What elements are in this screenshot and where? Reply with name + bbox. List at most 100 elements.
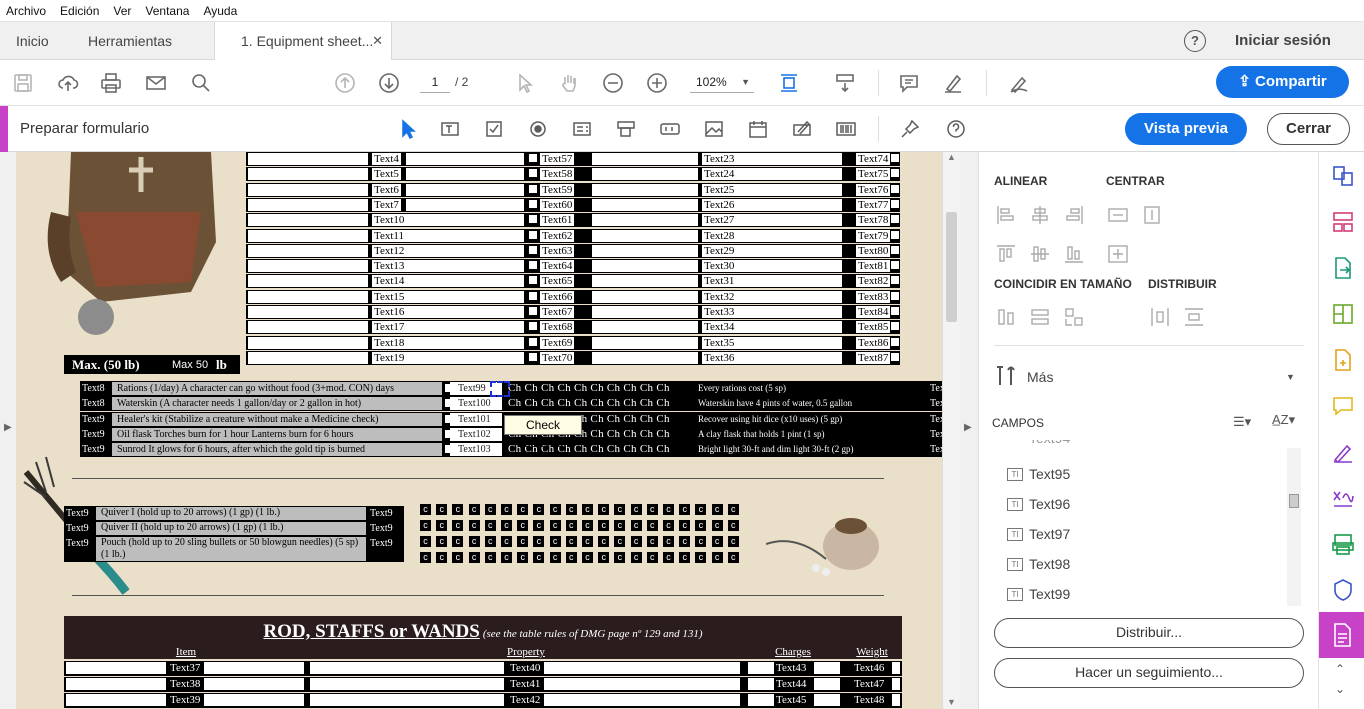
text-field[interactable]: [248, 321, 368, 334]
checkbox[interactable]: [890, 214, 900, 225]
checkbox[interactable]: [528, 198, 538, 209]
ammo-checkbox[interactable]: c: [501, 552, 512, 563]
ammo-checkbox[interactable]: c: [436, 536, 448, 547]
checkbox[interactable]: [528, 321, 538, 332]
sign-icon[interactable]: [1006, 70, 1032, 96]
ammo-checkbox[interactable]: c: [695, 520, 707, 531]
ammo-checkbox[interactable]: c: [582, 504, 593, 515]
ammo-checkbox[interactable]: c: [663, 520, 674, 531]
prepare-form-rail-icon[interactable]: [1319, 612, 1364, 658]
gear-left-field[interactable]: Text9: [82, 414, 105, 425]
quiver-left-field[interactable]: Text9: [66, 508, 89, 519]
checkbox[interactable]: [890, 183, 900, 194]
share-button[interactable]: ⇪ Compartir: [1216, 66, 1349, 98]
text-field[interactable]: [248, 260, 368, 273]
text-field[interactable]: [406, 321, 524, 334]
signature-field-icon[interactable]: [790, 118, 814, 140]
select-object-icon[interactable]: [396, 118, 420, 140]
quiver-right-field[interactable]: Text9: [370, 523, 393, 534]
distribute-horizontal-icon[interactable]: [1149, 306, 1171, 328]
text-field[interactable]: [736, 290, 842, 303]
ammo-checkbox[interactable]: c: [582, 536, 593, 547]
ammo-checkbox[interactable]: c: [679, 504, 691, 515]
gear-text-field[interactable]: Text101: [450, 412, 502, 426]
ammo-checkbox[interactable]: c: [549, 536, 561, 547]
ammo-checkbox[interactable]: c: [630, 536, 642, 547]
rod-item-field[interactable]: Text37: [170, 662, 200, 674]
gear-right-field[interactable]: Text5: [930, 444, 942, 455]
barcode-icon[interactable]: [834, 118, 858, 140]
text-field[interactable]: [66, 694, 166, 706]
ammo-checkbox[interactable]: c: [614, 504, 626, 515]
text-field[interactable]: [66, 662, 166, 674]
text-field[interactable]: [736, 306, 842, 318]
text-field[interactable]: [736, 153, 842, 165]
text-field[interactable]: [248, 290, 368, 303]
text-field[interactable]: [406, 168, 524, 181]
text-field[interactable]: [204, 694, 304, 706]
text-field[interactable]: [248, 336, 368, 349]
gear-left-field[interactable]: Text8: [82, 383, 105, 394]
text-field[interactable]: [736, 244, 842, 257]
highlight-pen-icon[interactable]: [940, 70, 966, 96]
text-field[interactable]: [310, 694, 504, 706]
ammo-checkbox[interactable]: c: [630, 552, 642, 563]
text-field[interactable]: [592, 321, 698, 334]
zoom-select[interactable]: 102% ▼: [690, 71, 754, 93]
checkbox[interactable]: [890, 321, 900, 332]
distribute-button[interactable]: Distribuir...: [994, 618, 1304, 648]
rod-item-field[interactable]: Text39: [170, 694, 200, 706]
document-page[interactable]: Text4 Text57 Text23 Text74 Text5 Text58 Text24…: [16, 152, 942, 709]
menu-ayuda[interactable]: Ayuda: [203, 4, 237, 18]
ammo-checkbox[interactable]: c: [727, 520, 739, 531]
alpha-sort-icon[interactable]: A̲Z▾: [1272, 412, 1295, 428]
ammo-checkbox[interactable]: c: [582, 520, 593, 531]
match-both-icon[interactable]: [1063, 306, 1085, 328]
pin-icon[interactable]: [898, 118, 922, 140]
checkbox[interactable]: [890, 244, 900, 255]
text-field[interactable]: [736, 321, 842, 334]
text-field[interactable]: [544, 694, 740, 706]
rod-property-field[interactable]: Text42: [510, 694, 540, 706]
checkbox[interactable]: [890, 306, 900, 316]
checkbox[interactable]: [890, 336, 900, 347]
ammo-checkbox[interactable]: c: [727, 536, 739, 547]
date-icon[interactable]: [746, 118, 770, 140]
send-signature-icon[interactable]: [1331, 486, 1355, 510]
text-field[interactable]: [406, 244, 524, 257]
ammo-checkbox[interactable]: c: [549, 552, 561, 563]
next-page-icon[interactable]: [376, 70, 402, 96]
text-field[interactable]: [406, 290, 524, 303]
text-field[interactable]: [592, 153, 698, 165]
text-field[interactable]: [748, 694, 774, 706]
rod-weight-field[interactable]: Text46: [854, 662, 884, 674]
checkbox[interactable]: [528, 351, 538, 362]
rail-up-icon[interactable]: ⌃: [1335, 662, 1345, 676]
scroll-mode-icon[interactable]: [832, 70, 858, 96]
align-center-h-icon[interactable]: [1029, 204, 1051, 226]
select-pointer-icon[interactable]: [512, 70, 538, 96]
text-field[interactable]: [736, 183, 842, 196]
ammo-checkbox[interactable]: c: [711, 520, 723, 531]
checkbox[interactable]: [528, 153, 538, 163]
track-button[interactable]: Hacer un seguimiento...: [994, 658, 1304, 688]
list-box-icon[interactable]: [570, 118, 594, 140]
gear-right-field[interactable]: Text5: [930, 398, 942, 409]
text-field[interactable]: [736, 275, 842, 288]
selected-checkbox[interactable]: [490, 381, 510, 397]
distribute-vertical-icon[interactable]: [1183, 306, 1205, 328]
edit-pdf-icon[interactable]: [1331, 302, 1355, 326]
text-field[interactable]: [592, 183, 698, 196]
tab-inicio[interactable]: Inicio: [16, 22, 49, 60]
text-field[interactable]: [736, 214, 842, 227]
align-right-icon[interactable]: [1063, 204, 1085, 226]
text-field[interactable]: [736, 168, 842, 181]
gear-text-field[interactable]: Text100: [450, 397, 502, 411]
ammo-checkbox[interactable]: c: [484, 504, 496, 515]
rod-weight-field[interactable]: Text47: [854, 678, 884, 690]
scroll-up-icon[interactable]: ▲: [947, 152, 956, 162]
rod-item-field[interactable]: Text38: [170, 678, 200, 690]
checkbox[interactable]: [890, 275, 900, 286]
text-field[interactable]: [204, 662, 304, 674]
ammo-checkbox[interactable]: c: [501, 504, 512, 515]
